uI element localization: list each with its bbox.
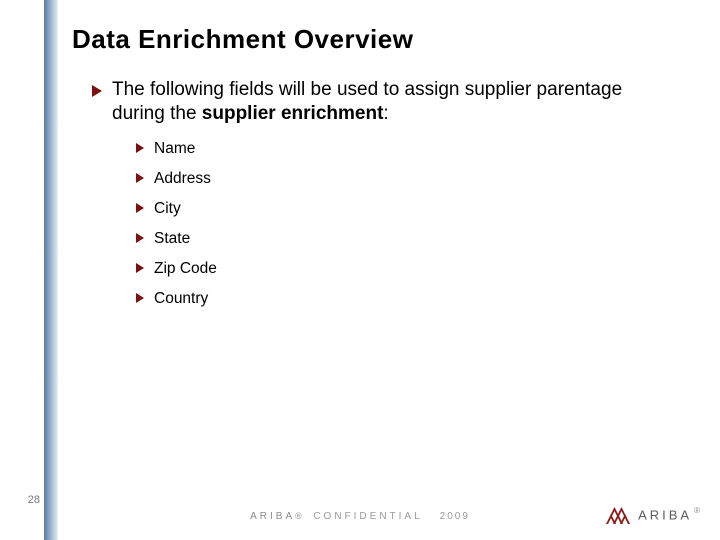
list-item-label: Country: [154, 290, 208, 308]
triangle-bullet-icon: [136, 140, 144, 158]
footer-year: 2009: [440, 511, 470, 522]
triangle-bullet-icon: [136, 200, 144, 218]
logo-reg: ®: [694, 506, 700, 515]
list-item-label: Address: [154, 170, 211, 188]
slide-title: Data Enrichment Overview: [72, 24, 413, 55]
triangle-bullet-icon: [136, 290, 144, 308]
footer-reg: ®: [295, 511, 302, 521]
list-item: State: [136, 230, 680, 248]
list-item: Name: [136, 140, 680, 158]
list-item-label: State: [154, 230, 190, 248]
list-item-label: Zip Code: [154, 260, 217, 278]
list-item-label: City: [154, 200, 181, 218]
triangle-bullet-icon: [136, 230, 144, 248]
list-item-label: Name: [154, 140, 195, 158]
footer-brand: ARIBA: [250, 511, 295, 522]
lead-suffix: :: [383, 103, 388, 124]
brand-logo: ARIBA®: [602, 504, 700, 526]
slide-body: The following fields will be used to ass…: [92, 78, 680, 320]
footer-confidential: CONFIDENTIAL: [313, 511, 422, 522]
page-number: 28: [22, 494, 40, 506]
triangle-bullet-icon: [136, 260, 144, 278]
ariba-logo-icon: [602, 504, 632, 526]
lead-text: The following fields will be used to ass…: [112, 78, 680, 126]
triangle-bullet-icon: [136, 170, 144, 188]
sub-list: Name Address City State Zip Code Country: [136, 140, 680, 308]
lead-bold: supplier enrichment: [202, 103, 384, 124]
list-item: Address: [136, 170, 680, 188]
logo-text-wrap: ARIBA®: [638, 506, 700, 524]
left-accent-bar: [44, 0, 58, 540]
slide: Data Enrichment Overview The following f…: [0, 0, 720, 540]
logo-text: ARIBA: [638, 507, 692, 522]
list-item: Zip Code: [136, 260, 680, 278]
list-item: Country: [136, 290, 680, 308]
list-item: City: [136, 200, 680, 218]
lead-bullet-row: The following fields will be used to ass…: [92, 78, 680, 126]
triangle-bullet-icon: [92, 84, 102, 102]
